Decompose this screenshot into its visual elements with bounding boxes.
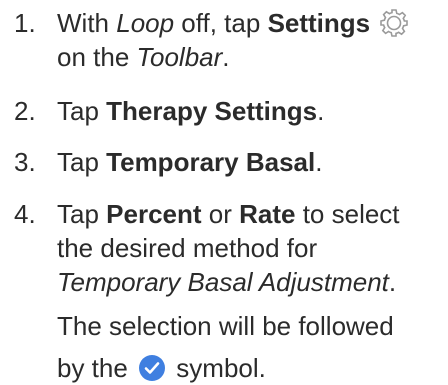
text-fragment: .	[317, 96, 325, 126]
step-number: 3.	[14, 147, 36, 177]
text-fragment: on the	[57, 42, 137, 72]
text-fragment: .	[222, 42, 230, 72]
step-number: 2.	[14, 96, 36, 126]
text-line: The selection will be followed	[57, 311, 394, 341]
text-fragment: Tap	[57, 199, 107, 229]
percent-term: Percent	[106, 199, 202, 229]
step-text: With Loop off, tap Settings on the Toolb…	[57, 6, 447, 74]
step-number: 1.	[14, 8, 36, 38]
step-text: Tap Temporary Basal.	[57, 145, 447, 179]
step-number: 4.	[14, 199, 36, 229]
therapy-settings-term: Therapy Settings	[106, 96, 318, 126]
text-fragment: Tap	[57, 96, 107, 126]
text-fragment: symbol.	[169, 353, 266, 383]
text-fragment: Tap	[57, 147, 107, 177]
settings-term: Settings	[267, 8, 371, 38]
text-fragment: .	[388, 267, 397, 297]
checkmark-circle-icon	[139, 355, 166, 381]
text-fragment: to select	[295, 199, 400, 229]
gear-icon	[380, 9, 409, 37]
text-fragment: .	[315, 147, 323, 177]
rate-term: Rate	[239, 199, 296, 229]
step-text: Tap Therapy Settings.	[57, 94, 447, 128]
temporary-basal-term: Temporary Basal	[106, 147, 316, 177]
text-line: the desired method for	[57, 233, 318, 263]
step-text: Tap Percent or Rate to select the desire…	[57, 197, 447, 385]
text-fragment: by the	[57, 353, 136, 383]
text-fragment: or	[201, 199, 240, 229]
toolbar-term: Toolbar	[136, 42, 223, 72]
text-fragment: With	[57, 8, 117, 38]
text-fragment: off, tap	[174, 8, 268, 38]
loop-term: Loop	[116, 8, 175, 38]
temporary-basal-adjustment-term: Temporary Basal Adjustment	[57, 267, 389, 297]
